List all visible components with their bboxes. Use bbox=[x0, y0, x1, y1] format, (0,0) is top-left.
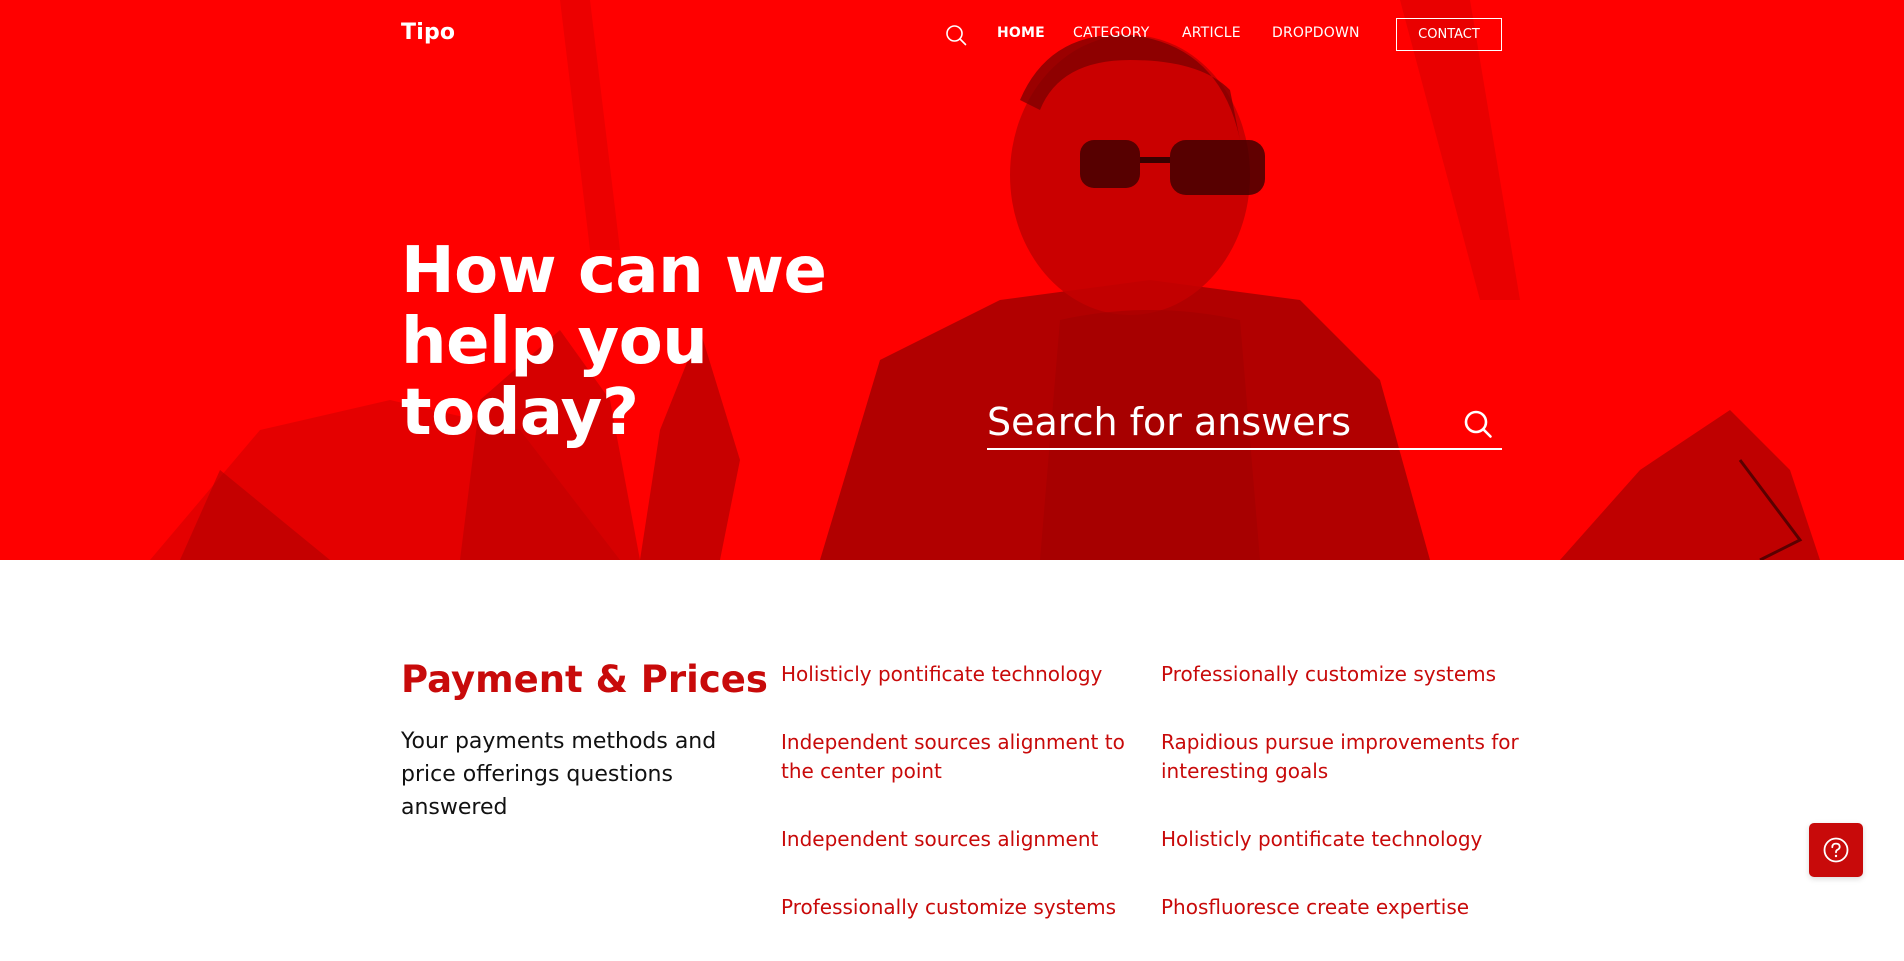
faq-link[interactable]: Independent sources alignment bbox=[781, 825, 1141, 854]
faq-link[interactable]: Rapidious pursue improvements for intere… bbox=[1161, 728, 1521, 786]
section-description: Your payments methods and price offering… bbox=[401, 729, 717, 820]
nav-article[interactable]: ARTICLE bbox=[1182, 25, 1241, 41]
contact-button[interactable]: CONTACT bbox=[1396, 18, 1502, 51]
nav-category[interactable]: CATEGORY bbox=[1073, 25, 1150, 41]
hero-title-line-2: help you bbox=[401, 305, 708, 379]
faq-link[interactable]: Phosfluoresce create expertise bbox=[1161, 893, 1521, 922]
nav-dropdown[interactable]: DROPDOWN bbox=[1272, 25, 1360, 41]
faq-column-2: Professionally customize systems Rapidio… bbox=[1161, 660, 1521, 961]
faq-link[interactable]: Professionally customize systems bbox=[1161, 660, 1521, 689]
top-navbar: Tipo HOME CATEGORY ARTICLE DROPDOWN CONT… bbox=[0, 0, 1904, 70]
nav-home[interactable]: HOME bbox=[997, 25, 1045, 41]
hero-title-line-1: How can we bbox=[401, 234, 827, 308]
question-circle-icon bbox=[1823, 837, 1849, 863]
faq-link[interactable]: Holisticly pontificate technology bbox=[781, 660, 1141, 689]
hero-title: How can we help you today? bbox=[401, 236, 871, 449]
search-icon[interactable] bbox=[944, 23, 968, 47]
faq-link[interactable]: Independent sources alignment to the cen… bbox=[781, 728, 1141, 786]
hero-search-input[interactable] bbox=[987, 398, 1447, 446]
hero-search-bar bbox=[987, 398, 1502, 450]
hero-section: Tipo HOME CATEGORY ARTICLE DROPDOWN CONT… bbox=[0, 0, 1904, 560]
faq-link[interactable]: Holisticly pontificate technology bbox=[1161, 825, 1521, 854]
section-title: Payment & Prices bbox=[401, 658, 768, 701]
faq-column-1: Holisticly pontificate technology Indepe… bbox=[781, 660, 1141, 961]
hero-title-line-3: today? bbox=[401, 376, 639, 450]
search-icon[interactable] bbox=[1462, 408, 1494, 440]
faq-link[interactable]: Professionally customize systems bbox=[781, 893, 1141, 922]
help-button[interactable] bbox=[1809, 823, 1863, 877]
brand-logo[interactable]: Tipo bbox=[401, 20, 455, 45]
hero-background-image bbox=[0, 0, 1904, 560]
